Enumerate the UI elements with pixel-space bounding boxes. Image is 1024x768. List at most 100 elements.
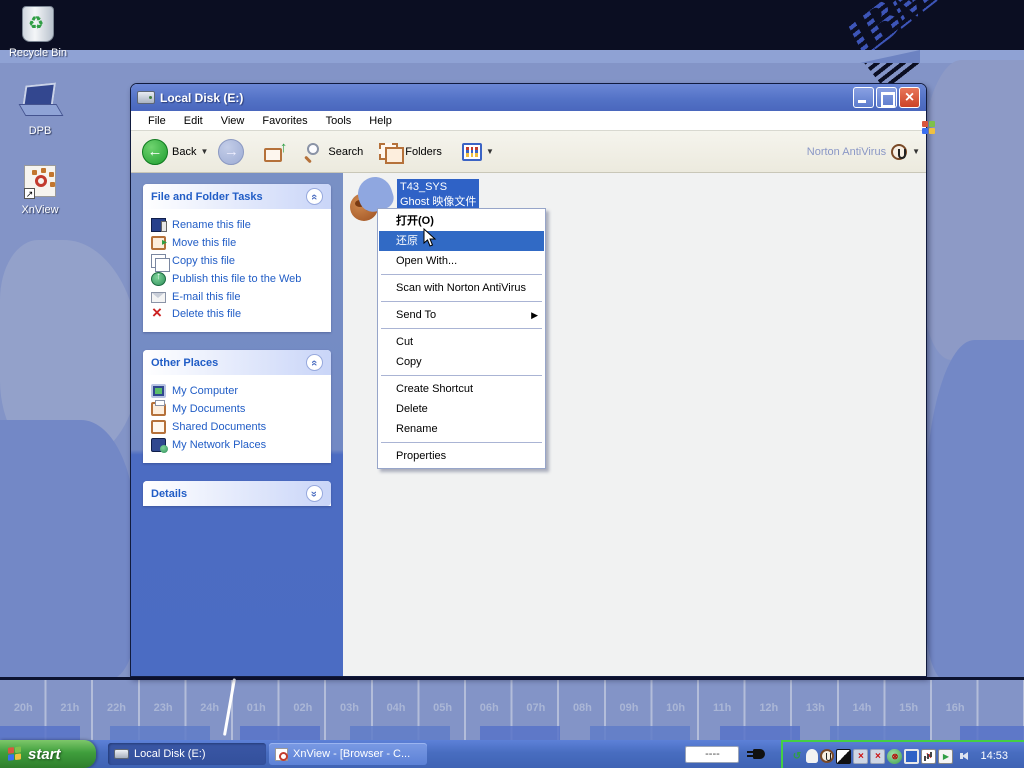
speaker-tray-icon[interactable] <box>955 749 970 764</box>
context-menu-item-open-with[interactable]: Open With... <box>379 251 544 271</box>
norton-antivirus-tray-icon[interactable] <box>820 749 834 763</box>
menu-edit[interactable]: Edit <box>175 113 212 129</box>
network-disconnected-tray-icon[interactable]: × <box>870 749 885 764</box>
publish-web-icon <box>151 272 166 286</box>
timezone-labels: 20h 21h 22h 23h 24h 01h 02h 03h 04h 05h … <box>0 702 1024 714</box>
my-computer-icon <box>151 384 166 398</box>
context-menu-item-cut[interactable]: Cut <box>379 332 544 352</box>
context-menu-item-scan-norton[interactable]: Scan with Norton AntiVirus <box>379 278 544 298</box>
place-shared-documents[interactable]: Shared Documents <box>151 418 325 436</box>
context-menu-item-rename[interactable]: Rename <box>379 419 544 439</box>
toolbar: ← Back ▼ → ↑ Search Folders <box>131 131 926 173</box>
task-copy-this-file[interactable]: Copy this file <box>151 252 325 270</box>
system-tray: ↺ × × ⊗ × ▶ 14:53 <box>781 740 1024 768</box>
access-connections-tray-icon[interactable]: ▶ <box>938 749 953 764</box>
desktop: IBM 20h 21h 22h 23h 24h 01h 02h 03h 04h … <box>0 0 1024 768</box>
power-plug-icon[interactable] <box>747 747 767 761</box>
wireless-disconnected-tray-icon[interactable]: × <box>853 749 868 764</box>
views-icon <box>462 143 482 161</box>
back-icon: ← <box>142 139 168 165</box>
selected-file-label[interactable]: T43_SYS Ghost 映像文件 <box>397 179 479 211</box>
taskbar-clock[interactable]: 14:53 <box>980 750 1008 762</box>
xnview-icon: ↗ <box>20 163 60 201</box>
display-tray-icon[interactable] <box>904 749 919 764</box>
chevron-down-icon[interactable]: « <box>306 485 323 502</box>
context-menu-item-restore[interactable]: 还原 <box>379 231 544 251</box>
my-documents-icon <box>151 402 166 416</box>
chevron-up-icon[interactable]: « <box>306 188 323 205</box>
taskbar-button-local-disk[interactable]: Local Disk (E:) <box>108 743 266 765</box>
menu-bar: File Edit View Favorites Tools Help <box>131 111 926 131</box>
minimize-button[interactable] <box>853 87 874 108</box>
wallpaper-map-shape <box>0 420 135 680</box>
context-menu-item-properties[interactable]: Properties <box>379 446 544 466</box>
forward-icon: → <box>218 139 244 165</box>
menu-favorites[interactable]: Favorites <box>253 113 316 129</box>
task-email-this-file[interactable]: E-mail this file <box>151 288 325 305</box>
menu-separator <box>381 375 542 376</box>
views-button[interactable]: ▼ <box>457 140 499 164</box>
taskbar-button-xnview[interactable]: XnView - [Browser - C... <box>269 743 427 765</box>
views-dropdown-arrow[interactable]: ▼ <box>486 147 494 156</box>
place-my-documents[interactable]: My Documents <box>151 400 325 418</box>
windows-flag-icon <box>8 746 23 762</box>
menu-tools[interactable]: Tools <box>317 113 361 129</box>
xnview-icon <box>275 748 288 761</box>
file-name: T43_SYS <box>400 180 476 195</box>
norton-antivirus-icon[interactable] <box>891 144 907 160</box>
back-button[interactable]: ← Back ▼ <box>137 136 213 168</box>
task-buttons: Local Disk (E:) XnView - [Browser - C... <box>108 743 427 765</box>
title-bar[interactable]: Local Disk (E:) <box>131 84 926 111</box>
taskbar: start Local Disk (E:) XnView - [Browser … <box>0 740 1024 768</box>
volume-manager-tray-icon[interactable] <box>836 749 851 764</box>
email-icon <box>151 292 166 303</box>
desktop-icon-label: Recycle Bin <box>0 47 76 59</box>
up-button[interactable]: ↑ <box>259 139 291 165</box>
close-button[interactable] <box>899 87 920 108</box>
back-dropdown-arrow[interactable]: ▼ <box>200 147 208 156</box>
chevron-up-icon[interactable]: « <box>306 354 323 371</box>
other-places-header[interactable]: Other Places « <box>143 350 331 375</box>
laptop-icon <box>20 84 60 122</box>
sync-arrow-tray-icon[interactable]: ↺ <box>789 749 804 764</box>
drive-icon <box>137 91 155 104</box>
task-rename-this-file[interactable]: Rename this file <box>151 216 325 234</box>
place-my-computer[interactable]: My Computer <box>151 382 325 400</box>
context-menu-item-delete[interactable]: Delete <box>379 399 544 419</box>
norton-dropdown-arrow[interactable]: ▼ <box>912 147 920 156</box>
battery-indicator[interactable]: ---- <box>685 746 739 763</box>
menu-help[interactable]: Help <box>360 113 401 129</box>
place-my-network-places[interactable]: My Network Places <box>151 436 325 454</box>
task-delete-this-file[interactable]: Delete this file <box>151 305 325 323</box>
menu-separator <box>381 442 542 443</box>
signal-error-tray-icon[interactable]: × <box>921 749 936 764</box>
start-button[interactable]: start <box>0 740 96 768</box>
context-menu-item-copy[interactable]: Copy <box>379 352 544 372</box>
desktop-icon-recycle-bin[interactable]: ♻ Recycle Bin <box>0 6 76 59</box>
shortcut-arrow-icon: ↗ <box>24 188 35 199</box>
context-menu-item-send-to[interactable]: Send To ▶ <box>379 305 544 325</box>
file-tasks-header[interactable]: File and Folder Tasks « <box>143 184 331 209</box>
delete-icon <box>151 307 166 321</box>
details-header[interactable]: Details « <box>143 481 331 506</box>
menu-view[interactable]: View <box>212 113 254 129</box>
desktop-icon-dpb[interactable]: DPB <box>2 84 78 137</box>
task-move-this-file[interactable]: Move this file <box>151 234 325 252</box>
search-button[interactable]: Search <box>299 139 368 165</box>
context-menu-item-create-shortcut[interactable]: Create Shortcut <box>379 379 544 399</box>
mouse-cursor <box>423 228 437 253</box>
norton-antivirus-label: Norton AntiVirus <box>807 146 886 158</box>
folders-button[interactable]: Folders <box>374 140 447 164</box>
menu-file[interactable]: File <box>139 113 175 129</box>
norton-ghost-tray-icon[interactable] <box>806 749 818 763</box>
desktop-icon-label: XnView <box>2 204 78 216</box>
start-label: start <box>28 746 61 763</box>
status-error-tray-icon[interactable]: ⊗ <box>887 749 902 764</box>
maximize-button[interactable] <box>876 87 897 108</box>
window-title: Local Disk (E:) <box>160 91 851 105</box>
context-menu-item-open[interactable]: 打开(O) <box>379 211 544 231</box>
forward-button[interactable]: → <box>213 136 249 168</box>
task-publish-this-file[interactable]: Publish this file to the Web <box>151 270 325 288</box>
shared-documents-icon <box>151 420 166 434</box>
desktop-icon-xnview[interactable]: ↗ XnView <box>2 163 78 216</box>
